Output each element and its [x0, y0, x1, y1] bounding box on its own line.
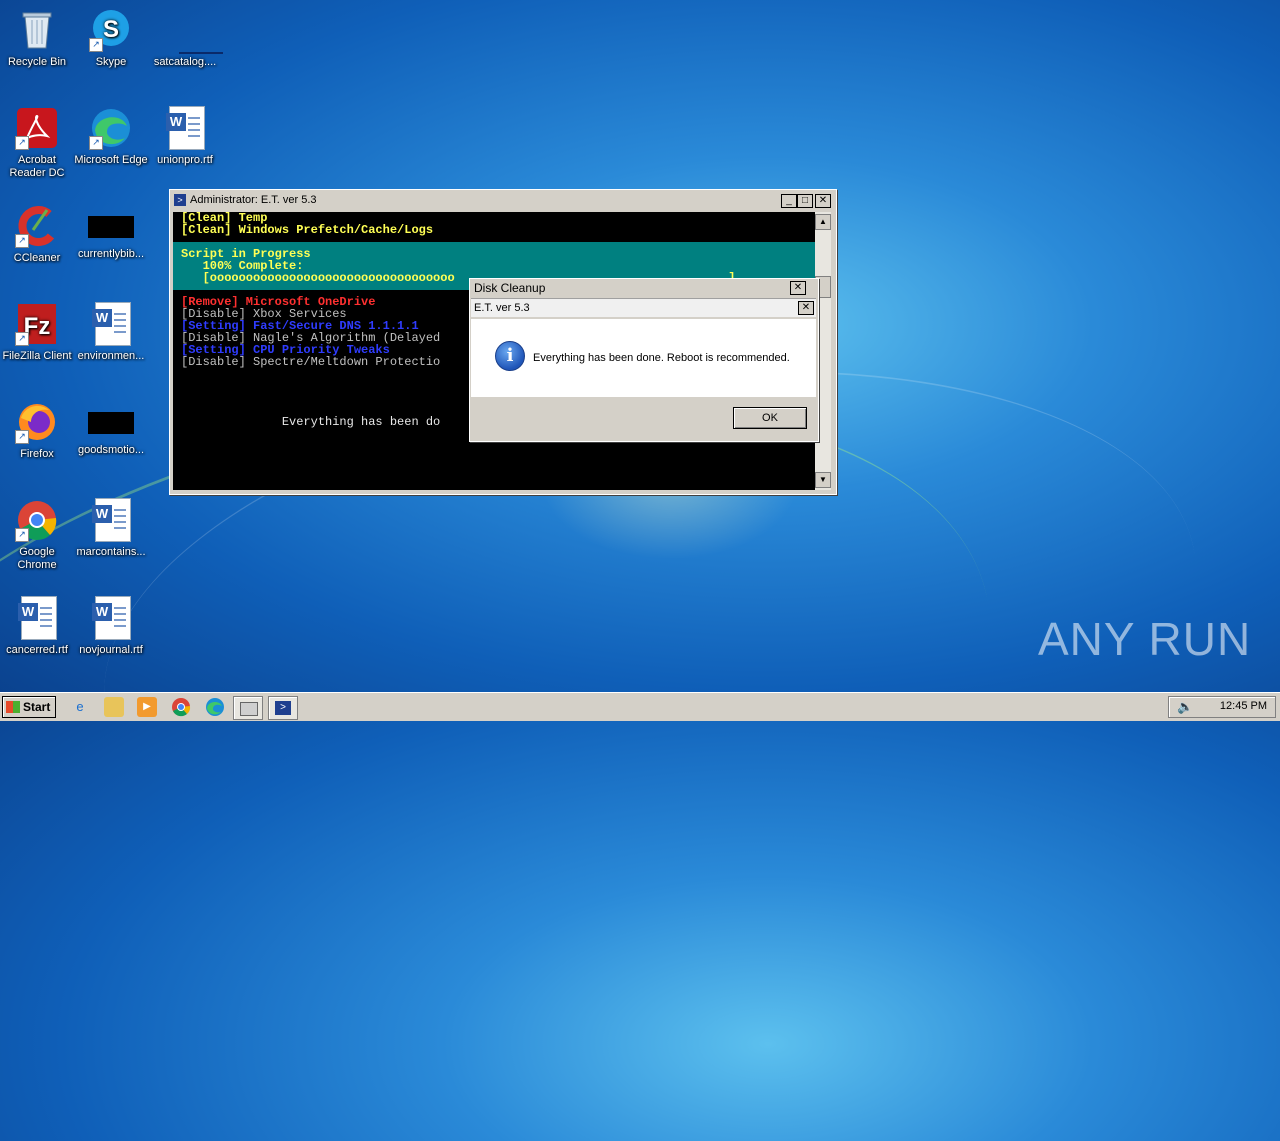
- svg-text:S: S: [103, 16, 119, 43]
- desktop-icon-filezilla[interactable]: Fz ↗ FileZilla Client: [0, 302, 74, 363]
- shortcut-arrow-icon: ↗: [15, 136, 29, 150]
- internet-explorer-icon[interactable]: e: [70, 697, 90, 717]
- console-title: Administrator: E.T. ver 5.3: [190, 194, 317, 206]
- start-button[interactable]: Start: [2, 696, 56, 718]
- desktop-icon-chrome[interactable]: ↗ Google Chrome: [0, 498, 74, 572]
- acrobat-icon: ↗: [15, 106, 59, 150]
- desktop-icon-recycle-bin[interactable]: Recycle Bin: [0, 8, 74, 69]
- word-document-icon: [163, 106, 207, 150]
- desktop-icon-acrobat[interactable]: ↗ Acrobat Reader DC: [0, 106, 74, 180]
- desktop-icon-cancerred[interactable]: cancerred.rtf: [0, 596, 74, 657]
- desktop-icon-label: Recycle Bin: [7, 56, 67, 68]
- powershell-icon: >: [275, 701, 291, 715]
- shortcut-arrow-icon: ↗: [15, 332, 29, 346]
- scroll-up-button[interactable]: ▲: [815, 214, 831, 230]
- system-tray: 🔈 12:45 PM: [1168, 696, 1276, 718]
- info-icon: i: [495, 341, 525, 371]
- taskbar-disk-cleanup[interactable]: [233, 696, 263, 720]
- desktop-icon-currentlybib[interactable]: currentlybib...: [74, 204, 148, 261]
- message-box-close-button[interactable]: ✕: [798, 301, 814, 315]
- filezilla-icon: Fz ↗: [15, 302, 59, 346]
- desktop-icon-unionpro[interactable]: unionpro.rtf: [148, 106, 222, 167]
- desktop-icon-label: Google Chrome: [17, 546, 57, 571]
- desktop-icon-label: cancerred.rtf: [6, 644, 68, 656]
- media-player-icon[interactable]: ▶: [137, 697, 157, 717]
- message-box-title: E.T. ver 5.3: [471, 299, 816, 317]
- firefox-icon: ↗: [15, 400, 59, 444]
- desktop-icon-label: FileZilla Client: [2, 350, 72, 362]
- message-text: Everything has been done. Reboot is reco…: [533, 352, 790, 364]
- desktop-icon-environmen[interactable]: environmen...: [74, 302, 148, 363]
- desktop-icon-label: goodsmotio...: [77, 444, 145, 456]
- volume-icon[interactable]: 🔈: [1177, 699, 1193, 715]
- word-document-icon: [89, 596, 133, 640]
- word-document-icon: [89, 498, 133, 542]
- desktop-icon-label: Skype: [95, 56, 127, 68]
- desktop-icon-label: unionpro.rtf: [157, 154, 213, 166]
- windows-flag-icon: [6, 701, 20, 713]
- file-explorer-icon[interactable]: [104, 697, 124, 717]
- shortcut-arrow-icon: ↗: [15, 528, 29, 542]
- desktop-icon-label: environmen...: [77, 350, 145, 362]
- chrome-icon: ↗: [15, 498, 59, 542]
- edge-icon: ↗: [89, 106, 133, 150]
- shortcut-arrow-icon: ↗: [15, 234, 29, 248]
- desktop-icon-skype[interactable]: S ↗ Skype: [74, 8, 148, 69]
- desktop-icon-label: Acrobat Reader DC: [9, 154, 65, 179]
- file-icon: [163, 8, 223, 54]
- word-document-icon: [15, 596, 59, 640]
- desktop-icon-satcatalog[interactable]: satcatalog....: [148, 8, 223, 69]
- desktop-icon-label: Firefox: [20, 448, 54, 460]
- anyrun-watermark: ANY RUN: [1038, 613, 1252, 665]
- start-label: Start: [23, 700, 51, 714]
- desktop-icon-marcontains[interactable]: marcontains...: [74, 498, 148, 559]
- desktop-icon-goodsmotio[interactable]: goodsmotio...: [74, 400, 148, 457]
- close-button[interactable]: ✕: [815, 194, 831, 208]
- clock[interactable]: 12:45 PM: [1220, 700, 1267, 712]
- console-line: [Clean] Windows Prefetch/Cache/Logs: [181, 223, 434, 237]
- recycle-bin-icon: [15, 8, 59, 52]
- file-icon: [88, 412, 134, 434]
- edge-taskbar-icon[interactable]: [205, 697, 225, 717]
- desktop-icon-label: Microsoft Edge: [74, 154, 148, 166]
- shortcut-arrow-icon: ↗: [89, 136, 103, 150]
- ccleaner-icon: ↗: [15, 204, 59, 248]
- skype-icon: S ↗: [89, 8, 133, 52]
- shortcut-arrow-icon: ↗: [15, 430, 29, 444]
- desktop-icon-firefox[interactable]: ↗ Firefox: [0, 400, 74, 461]
- scroll-down-button[interactable]: ▼: [815, 472, 831, 488]
- desktop-icon-label: currentlybib...: [77, 248, 145, 260]
- taskbar-powershell[interactable]: >: [268, 696, 298, 720]
- disk-cleanup-close-button[interactable]: ✕: [790, 281, 806, 295]
- desktop-icon-ccleaner[interactable]: ↗ CCleaner: [0, 204, 74, 265]
- disk-cleanup-window[interactable]: Disk Cleanup ✕ E.T. ver 5.3 ✕ i Everythi…: [469, 278, 819, 442]
- desktop-icon-label: novjournal.rtf: [79, 644, 143, 656]
- desktop-icon-edge[interactable]: ↗ Microsoft Edge: [74, 106, 148, 167]
- message-box[interactable]: E.T. ver 5.3 ✕ i Everything has been don…: [471, 298, 816, 440]
- message-box-content: i Everything has been done. Reboot is re…: [471, 319, 816, 397]
- shortcut-arrow-icon: ↗: [89, 38, 103, 52]
- minimize-button[interactable]: _: [781, 194, 797, 208]
- disk-cleanup-icon: [240, 702, 258, 716]
- desktop-icon-label: marcontains...: [76, 546, 146, 558]
- desktop-icon-novjournal[interactable]: novjournal.rtf: [74, 596, 148, 657]
- word-document-icon: [89, 302, 133, 346]
- disk-cleanup-title: Disk Cleanup: [474, 281, 546, 295]
- desktop-icon-label: CCleaner: [13, 252, 61, 264]
- console-title-bar[interactable]: > Administrator: E.T. ver 5.3: [170, 190, 836, 210]
- desktop-icon-label: satcatalog....: [153, 56, 217, 68]
- chrome-taskbar-icon[interactable]: [171, 697, 191, 717]
- maximize-button[interactable]: □: [797, 194, 813, 208]
- ok-button[interactable]: OK: [733, 407, 807, 429]
- file-icon: [88, 216, 134, 238]
- powershell-icon: >: [174, 194, 186, 206]
- taskbar: Start e ▶ > 🔈 12:45 PM: [0, 692, 1280, 721]
